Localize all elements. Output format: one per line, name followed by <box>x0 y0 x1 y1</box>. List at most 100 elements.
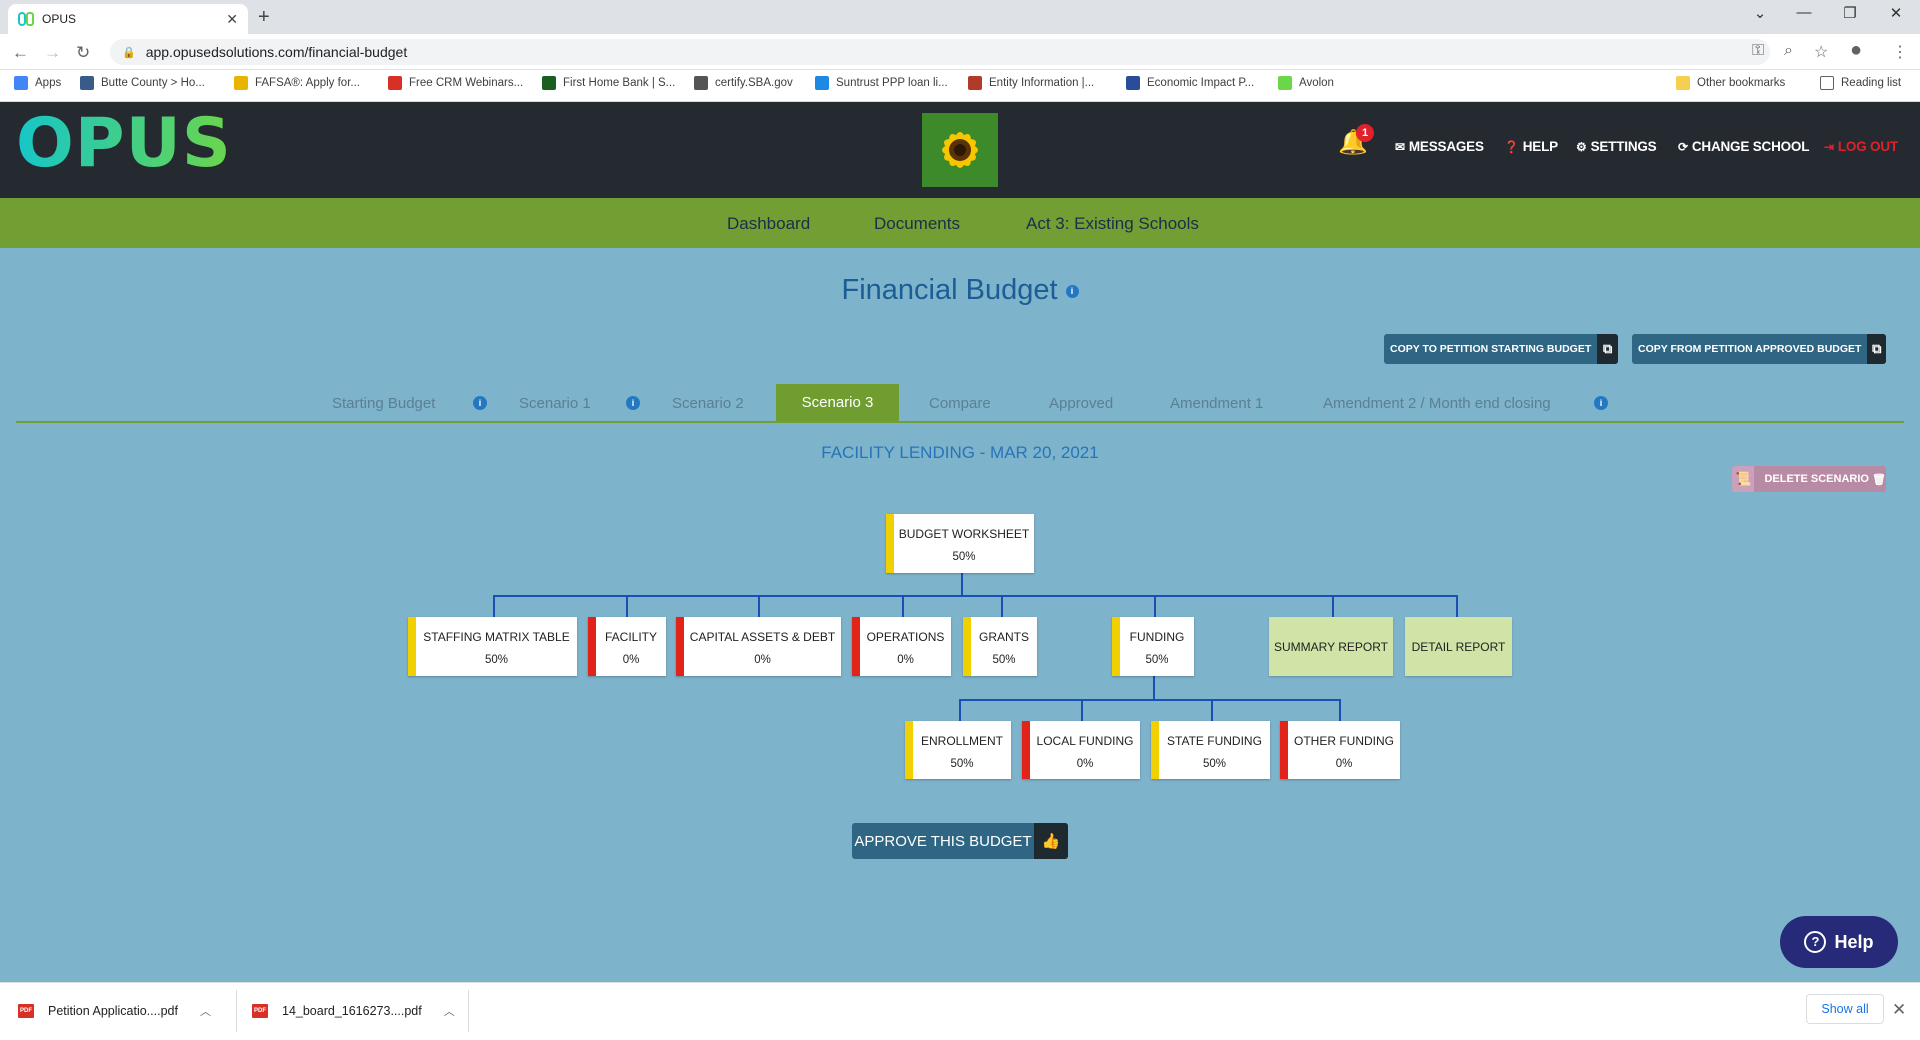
budget-worksheet-node[interactable]: BUDGET WORKSHEET 50% <box>886 514 1034 573</box>
nav-act3-existing-schools[interactable]: Act 3: Existing Schools <box>1026 214 1199 234</box>
bookmark-5[interactable]: certify.SBA.gov <box>694 76 793 90</box>
window-close-icon[interactable]: ✕ <box>1876 4 1916 22</box>
node-label: BUDGET WORKSHEET <box>898 527 1030 541</box>
node-percent: 0% <box>1335 758 1353 770</box>
pdf-file-icon: PDF <box>252 1004 268 1018</box>
copy-to-petition-starting-budget-button[interactable]: COPY TO PETITION STARTING BUDGET ⧉ <box>1384 334 1618 364</box>
nav-dashboard[interactable]: Dashboard <box>727 214 810 234</box>
tab-scenario-3[interactable]: Scenario 3 <box>776 384 899 421</box>
header-change-school-link[interactable]: ⟳ CHANGE SCHOOL <box>1678 139 1809 154</box>
copy-icon: ⧉ <box>1597 334 1618 364</box>
node-percent: 50% <box>992 654 1016 666</box>
node-percent: 50% <box>484 654 509 666</box>
scenario-1-info-icon[interactable]: i <box>626 396 640 410</box>
notification-count-badge: 1 <box>1356 124 1374 142</box>
state-funding-node[interactable]: STATE FUNDING 50% <box>1151 721 1270 779</box>
tree-connector <box>902 595 904 617</box>
bookmark-2[interactable]: FAFSA®: Apply for... <box>234 76 360 90</box>
tree-connector <box>626 595 628 617</box>
new-tab-icon[interactable]: + <box>258 6 270 29</box>
info-icon[interactable]: i <box>1065 284 1079 298</box>
node-percent: 0% <box>897 654 914 666</box>
header-messages-link[interactable]: ✉ MESSAGES <box>1395 139 1484 154</box>
copy-from-petition-approved-budget-button[interactable]: COPY FROM PETITION APPROVED BUDGET ⧉ <box>1632 334 1886 364</box>
opus-logo[interactable]: OPUS <box>16 110 232 178</box>
tree-connector <box>961 573 963 596</box>
header-log-out-link[interactable]: ⇥ LOG OUT <box>1824 139 1898 154</box>
sunflower-icon <box>942 132 978 168</box>
close-tab-icon[interactable]: ✕ <box>226 11 238 28</box>
capital-assets-debt-node[interactable]: CAPITAL ASSETS & DEBT 0% <box>676 617 841 676</box>
maximize-icon[interactable]: ❐ <box>1830 4 1870 22</box>
summary-report-node[interactable]: SUMMARY REPORT <box>1269 617 1393 676</box>
divider <box>468 990 469 1032</box>
header-settings-link[interactable]: ⚙ SETTINGS <box>1576 139 1657 154</box>
profile-menu-icon[interactable]: ⌄ <box>1740 4 1780 22</box>
facility-node[interactable]: FACILITY 0% <box>588 617 666 676</box>
nav-documents[interactable]: Documents <box>874 214 960 234</box>
node-label: STAFFING MATRIX TABLE <box>423 630 570 644</box>
account-avatar-icon[interactable]: ● <box>1850 39 1862 62</box>
delete-scenario-button[interactable]: 📜 DELETE SCENARIO 🗑 <box>1732 466 1886 492</box>
browser-tab-strip <box>0 0 1920 34</box>
tab-scenario-1[interactable]: Scenario 1 <box>519 395 591 412</box>
bookmark-7[interactable]: Entity Information |... <box>968 76 1094 90</box>
back-icon[interactable]: ← <box>12 43 29 63</box>
download-item[interactable]: PDF Petition Applicatio....pdf ︿ <box>18 994 211 1028</box>
chevron-up-icon[interactable]: ︿ <box>200 1003 211 1019</box>
zoom-icon[interactable]: ⌕ <box>1784 42 1793 60</box>
help-widget-button[interactable]: ? Help <box>1780 916 1898 968</box>
funding-node[interactable]: FUNDING 50% <box>1112 617 1194 676</box>
star-icon[interactable]: ☆ <box>1814 42 1828 62</box>
site-favicon-icon <box>388 76 402 90</box>
reading-list[interactable]: Reading list <box>1820 76 1901 90</box>
node-percent: 50% <box>1202 758 1227 770</box>
node-label: STATE FUNDING <box>1167 734 1262 748</box>
node-label: GRANTS <box>978 630 1029 644</box>
tab-starting-budget[interactable]: Starting Budget <box>332 395 435 412</box>
operations-node[interactable]: OPERATIONS 0% <box>852 617 951 676</box>
detail-report-node[interactable]: DETAIL REPORT <box>1405 617 1512 676</box>
amendment-2-info-icon[interactable]: i <box>1594 396 1608 410</box>
tab-scenario-2[interactable]: Scenario 2 <box>672 395 744 412</box>
chrome-menu-icon[interactable]: ⋮ <box>1892 42 1908 62</box>
tree-connector <box>1211 699 1213 721</box>
tab-compare[interactable]: Compare <box>929 395 991 412</box>
tab-approved[interactable]: Approved <box>1049 395 1113 412</box>
grants-node[interactable]: GRANTS 50% <box>963 617 1037 676</box>
site-favicon-icon <box>234 76 248 90</box>
forward-icon[interactable]: → <box>44 43 61 63</box>
other-funding-node[interactable]: OTHER FUNDING 0% <box>1280 721 1400 779</box>
chevron-up-icon[interactable]: ︿ <box>444 1003 455 1019</box>
enrollment-node[interactable]: ENROLLMENT 50% <box>905 721 1011 779</box>
tab-amendment-2[interactable]: Amendment 2 / Month end closing <box>1323 395 1551 412</box>
download-item[interactable]: PDF 14_board_1616273....pdf ︿ <box>252 994 455 1028</box>
close-download-bar-icon[interactable]: ✕ <box>1892 1000 1906 1020</box>
bookmark-4[interactable]: First Home Bank | S... <box>542 76 675 90</box>
reload-icon[interactable]: ↻ <box>76 43 90 63</box>
tree-connector <box>959 699 1341 701</box>
page-title: Financial Budget i <box>0 274 1920 307</box>
bookmark-6[interactable]: Suntrust PPP loan li... <box>815 76 948 90</box>
local-funding-node[interactable]: LOCAL FUNDING 0% <box>1022 721 1140 779</box>
starting-budget-info-icon[interactable]: i <box>473 396 487 410</box>
node-percent: 0% <box>622 654 640 666</box>
other-bookmarks[interactable]: Other bookmarks <box>1676 76 1785 90</box>
bookmark-8[interactable]: Economic Impact P... <box>1126 76 1254 90</box>
bookmark-3[interactable]: Free CRM Webinars... <box>388 76 523 90</box>
show-all-downloads-button[interactable]: Show all <box>1806 994 1884 1024</box>
approve-budget-button[interactable]: APPROVE THIS BUDGET 👍 <box>852 823 1068 859</box>
scroll-icon: 📜 <box>1732 466 1755 492</box>
bookmark-1[interactable]: Butte County > Ho... <box>80 76 205 90</box>
url-field[interactable]: 🔒 app.opusedsolutions.com/financial-budg… <box>110 39 1770 65</box>
browser-tab[interactable]: OPUS ✕ <box>8 4 248 34</box>
key-icon[interactable]: ⚿ <box>1752 42 1764 60</box>
tab-amendment-1[interactable]: Amendment 1 <box>1170 395 1263 412</box>
divider <box>236 990 237 1032</box>
bookmark-9[interactable]: Avolon <box>1278 76 1334 90</box>
header-help-link[interactable]: ❓ HELP <box>1504 139 1558 154</box>
logout-icon: ⇥ <box>1824 139 1834 154</box>
minimize-icon[interactable]: — <box>1784 4 1824 21</box>
bookmark-0[interactable]: Apps <box>14 76 61 90</box>
staffing-matrix-table-node[interactable]: STAFFING MATRIX TABLE 50% <box>408 617 577 676</box>
